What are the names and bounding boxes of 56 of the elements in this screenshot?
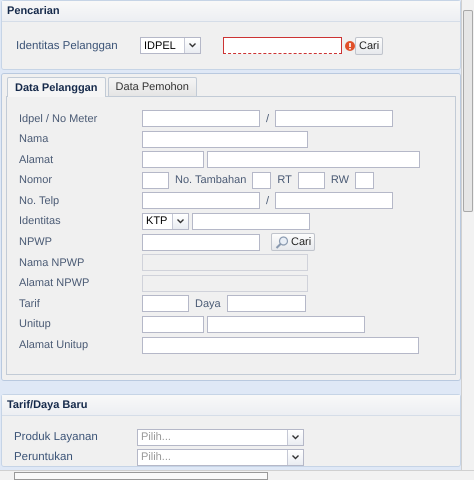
text-field[interactable] xyxy=(142,336,419,354)
text-field[interactable] xyxy=(275,192,394,210)
field-label: Nomor xyxy=(19,174,54,186)
field-label: Alamat xyxy=(19,154,54,166)
field-label: Produk Layanan xyxy=(14,431,99,444)
search-field[interactable] xyxy=(223,37,342,54)
field-label: / xyxy=(265,194,270,207)
text-field[interactable] xyxy=(142,234,260,251)
text-field[interactable] xyxy=(142,151,204,168)
horizontal-scrollbar[interactable] xyxy=(0,470,474,480)
tab[interactable]: Data Pelanggan xyxy=(7,77,106,97)
search-icon xyxy=(275,236,289,249)
caret-icon[interactable] xyxy=(287,430,303,445)
field-label: Idpel / No Meter xyxy=(19,112,98,124)
field-label: Identitas Pelanggan xyxy=(16,40,119,52)
caret-icon[interactable] xyxy=(184,38,200,53)
field-label: RT xyxy=(276,174,293,186)
panel-title: Pencarian xyxy=(2,1,460,22)
field-label: Peruntukan xyxy=(14,451,74,464)
field-label: Unitup xyxy=(19,318,52,330)
text-field[interactable] xyxy=(252,172,272,189)
field-label: Identitas xyxy=(19,215,62,228)
text-field[interactable] xyxy=(142,172,169,189)
vertical-scrollbar[interactable] xyxy=(461,0,474,470)
field-label: Daya xyxy=(194,298,222,310)
caret-icon[interactable] xyxy=(172,214,188,229)
text-field[interactable] xyxy=(142,316,204,333)
search-button[interactable]: Cari xyxy=(355,36,384,54)
caret-icon[interactable] xyxy=(287,450,303,465)
text-field[interactable] xyxy=(142,130,308,148)
field-label: Nama NPWP xyxy=(19,256,86,269)
field-label: No. Tambahan xyxy=(174,174,248,186)
search-button[interactable]: Cari xyxy=(271,233,316,252)
field-label: NPWP xyxy=(19,236,53,248)
text-field[interactable] xyxy=(192,212,310,230)
text-field[interactable] xyxy=(354,172,374,189)
text-field[interactable] xyxy=(298,172,325,189)
field-label: Nama xyxy=(19,133,50,146)
text-field[interactable] xyxy=(142,192,260,210)
text-field[interactable] xyxy=(275,110,394,127)
panel-title: Tarif/Daya Baru xyxy=(2,394,460,416)
tab[interactable]: Data Pemohon xyxy=(108,77,197,96)
text-field[interactable] xyxy=(226,295,306,312)
dropdown[interactable]: KTP xyxy=(142,212,189,230)
field-label: RW xyxy=(330,174,350,186)
field-label: No. Telp xyxy=(19,194,60,207)
field-label: / xyxy=(265,112,270,124)
field-label: Alamat Unitup xyxy=(19,339,90,352)
field-label: Tarif xyxy=(19,298,41,310)
text-field[interactable] xyxy=(207,316,365,333)
error-icon xyxy=(345,40,355,50)
field-label: Alamat NPWP xyxy=(19,277,90,290)
text-field[interactable] xyxy=(142,295,189,312)
text-field[interactable] xyxy=(142,110,260,127)
dropdown[interactable]: IDPEL xyxy=(140,37,201,54)
text-field[interactable] xyxy=(207,151,420,168)
